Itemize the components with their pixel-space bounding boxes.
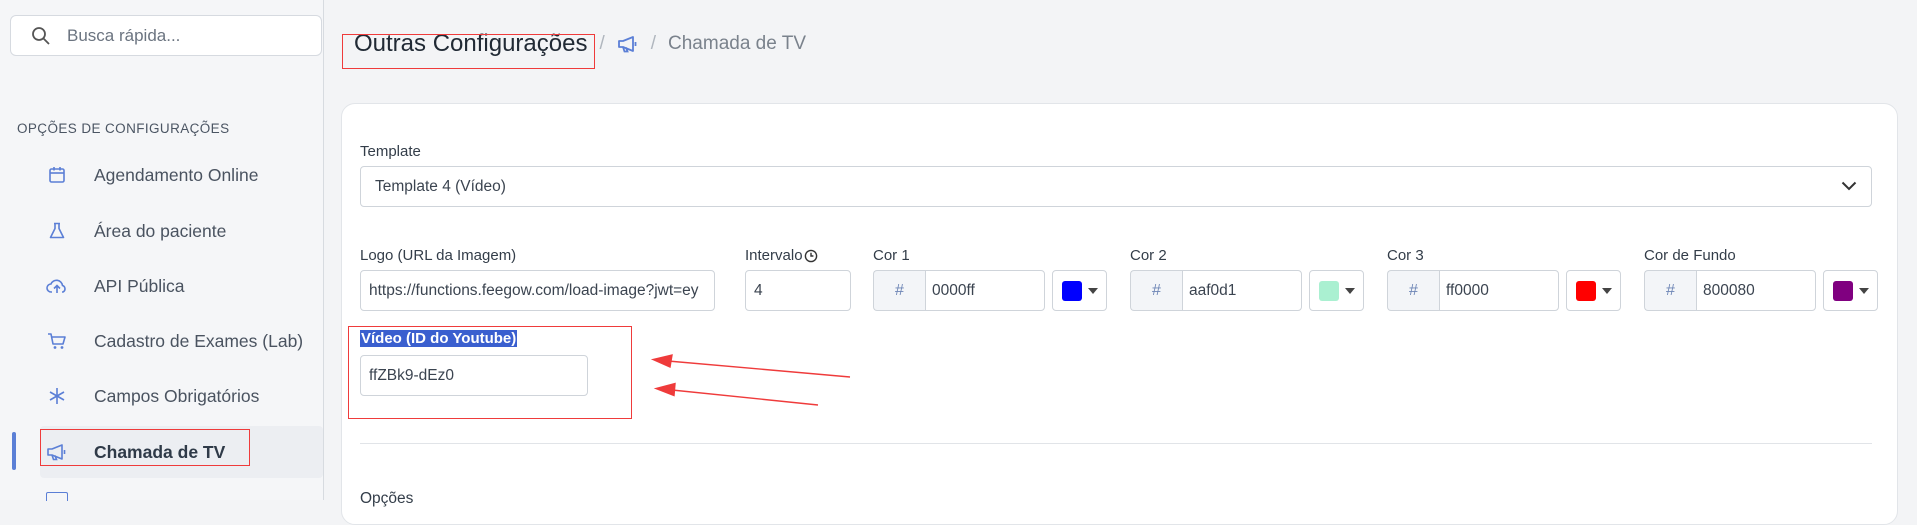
section-divider (360, 443, 1872, 444)
template-value: Template 4 (Vídeo) (375, 177, 506, 195)
cor-fundo-label: Cor de Fundo (1644, 247, 1736, 264)
sidebar-item-label: Agendamento Online (94, 164, 259, 185)
annotation-box-title (342, 34, 595, 69)
color-swatch (1575, 280, 1596, 301)
active-indicator (12, 432, 16, 470)
cor3-label: Cor 3 (1387, 247, 1424, 264)
cor1-input[interactable]: 0000ff (925, 270, 1045, 311)
asterisk-icon (46, 385, 68, 407)
caret-down-icon (1601, 287, 1612, 294)
color-swatch (1061, 280, 1082, 301)
search-icon (31, 25, 53, 47)
cor-fundo-input[interactable]: 800080 (1696, 270, 1816, 311)
logo-url-input[interactable]: https://functions.feegow.com/load-image?… (360, 270, 715, 311)
sidebar-item-campos-obrigatorios[interactable]: Campos Obrigatórios (40, 370, 323, 422)
breadcrumb-current: Chamada de TV (668, 33, 807, 54)
breadcrumb-separator: / (650, 33, 657, 54)
sidebar-item-cadastro-exames[interactable]: Cadastro de Exames (Lab) (40, 315, 323, 367)
annotation-box-sidebar (40, 429, 250, 466)
flask-icon (46, 220, 68, 242)
hash-prefix: # (1130, 270, 1182, 311)
template-label: Template (360, 143, 421, 160)
cor-fundo-color-picker[interactable] (1823, 270, 1878, 311)
cor1-color-picker[interactable] (1052, 270, 1107, 311)
cor2-label: Cor 2 (1130, 247, 1167, 264)
cor3-group: # ff0000 (1387, 270, 1621, 311)
hash-prefix: # (873, 270, 925, 311)
cor1-group: # 0000ff (873, 270, 1107, 311)
hash-prefix: # (1644, 270, 1696, 311)
clock-icon (804, 249, 818, 263)
intervalo-input[interactable]: 4 (745, 270, 851, 311)
caret-down-icon (1087, 287, 1098, 294)
caret-down-icon (1344, 287, 1355, 294)
color-swatch (1318, 280, 1339, 301)
sidebar-item-api-publica[interactable]: API Pública (40, 260, 323, 312)
logo-url-value: https://functions.feegow.com/load-image?… (369, 281, 699, 299)
main-content: Outras Configurações / / Chamada de TV T… (324, 0, 1917, 525)
cor2-group: # aaf0d1 (1130, 270, 1364, 311)
megaphone-icon[interactable] (617, 35, 639, 53)
intervalo-label: Intervalo (745, 247, 803, 264)
cor3-input[interactable]: ff0000 (1439, 270, 1559, 311)
sidebar-item-agendamento-online[interactable]: Agendamento Online (40, 149, 323, 201)
cor3-color-picker[interactable] (1566, 270, 1621, 311)
chevron-down-icon (1841, 178, 1857, 196)
cor2-color-picker[interactable] (1309, 270, 1364, 311)
section-title: OPÇÕES DE CONFIGURAÇÕES (17, 121, 230, 136)
color-swatch (1832, 280, 1853, 301)
calendar-icon (46, 164, 68, 186)
cart-icon (46, 330, 68, 352)
cor-fundo-group: # 800080 (1644, 270, 1878, 311)
template-select[interactable]: Template 4 (Vídeo) (360, 166, 1872, 207)
quick-search[interactable] (10, 15, 322, 56)
intervalo-value: 4 (754, 281, 763, 299)
hash-prefix: # (1387, 270, 1439, 311)
sidebar-item-label: Cadastro de Exames (Lab) (94, 330, 304, 351)
sidebar: OPÇÕES DE CONFIGURAÇÕES Agendamento Onli… (0, 0, 324, 501)
breadcrumb-separator: / (599, 33, 605, 54)
intervalo-label-group: Intervalo (745, 247, 818, 264)
sidebar-item-area-paciente[interactable]: Área do paciente (40, 205, 323, 257)
cloud-upload-icon (46, 275, 68, 297)
sidebar-item-label: API Pública (94, 275, 185, 296)
cor1-label: Cor 1 (873, 247, 910, 264)
search-input[interactable] (65, 24, 309, 47)
opcoes-heading: Opções (360, 490, 414, 507)
cor2-input[interactable]: aaf0d1 (1182, 270, 1302, 311)
caret-down-icon (1858, 287, 1869, 294)
sidebar-item-label: Área do paciente (94, 220, 227, 241)
sidebar-item-label: Campos Obrigatórios (94, 385, 260, 406)
logo-label: Logo (URL da Imagem) (360, 247, 517, 264)
annotation-box-video (348, 326, 632, 419)
